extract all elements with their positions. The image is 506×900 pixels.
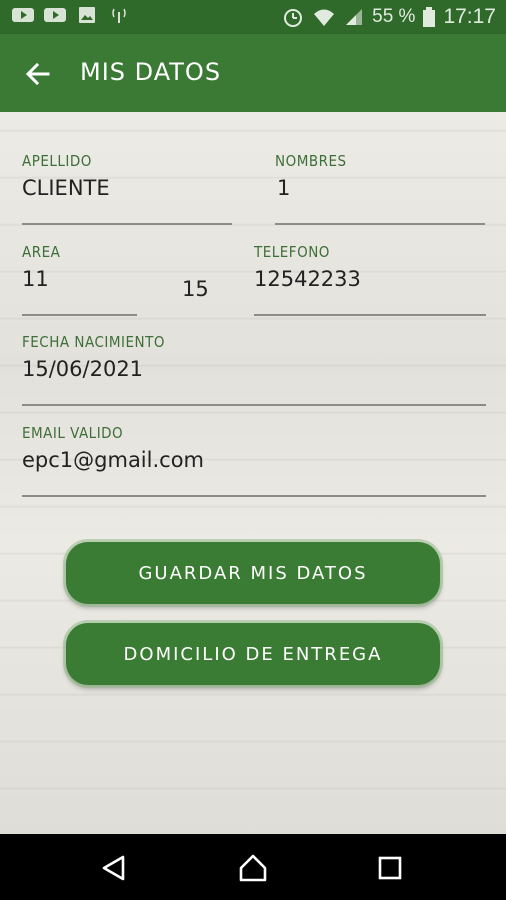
battery-icon: [423, 7, 436, 27]
signal-tower-icon: [112, 8, 126, 23]
image-icon: [79, 7, 95, 23]
apellido-label: APELLIDO: [22, 152, 92, 170]
area-underline: [22, 314, 137, 316]
system-status: 55 % 17:17: [282, 5, 496, 29]
telefono-label: TELEFONO: [254, 243, 330, 261]
telefono-input[interactable]: 12542233: [254, 267, 486, 291]
notification-icons: [12, 7, 130, 23]
fecha-nacimiento-input[interactable]: 15/06/2021: [22, 357, 486, 381]
arrow-left-icon: [25, 62, 50, 86]
telefono-field[interactable]: TELEFONO 12542233: [254, 243, 486, 291]
fecha-nacimiento-field[interactable]: FECHA NACIMIENTO 15/06/2021: [22, 333, 486, 381]
email-field[interactable]: EMAIL VALIDO epc1@gmail.com: [22, 424, 486, 472]
delivery-address-button[interactable]: DOMICILIO DE ENTREGA: [66, 623, 440, 685]
area-label: AREA: [22, 243, 61, 261]
page-title: MIS DATOS: [80, 58, 222, 86]
area-input[interactable]: 11: [22, 267, 137, 291]
save-data-button[interactable]: GUARDAR MIS DATOS: [66, 542, 440, 604]
clock: 17:17: [443, 5, 496, 28]
apellido-field[interactable]: APELLIDO CLIENTE: [22, 152, 232, 200]
recents-square-icon[interactable]: [374, 852, 406, 884]
cell-signal-icon: [346, 9, 363, 25]
email-label: EMAIL VALIDO: [22, 424, 124, 442]
apellido-underline: [22, 223, 232, 225]
navigation-bar: [0, 834, 506, 900]
app-bar: MIS DATOS: [0, 34, 506, 112]
fecha-nacimiento-label: FECHA NACIMIENTO: [22, 333, 165, 351]
form-area: APELLIDO CLIENTE NOMBRES 1 AREA 11 15 TE…: [0, 112, 506, 834]
email-input[interactable]: epc1@gmail.com: [22, 448, 486, 472]
nombres-field[interactable]: NOMBRES 1: [275, 152, 485, 200]
nombres-input[interactable]: 1: [275, 176, 485, 200]
battery-percent: 55 %: [372, 6, 416, 27]
area-field[interactable]: AREA 11: [22, 243, 137, 291]
email-underline: [22, 495, 486, 497]
apellido-input[interactable]: CLIENTE: [22, 176, 232, 200]
wifi-icon: [314, 9, 335, 26]
home-circle-icon[interactable]: [237, 852, 269, 884]
nombres-label: NOMBRES: [275, 152, 347, 170]
status-bar: 55 % 17:17: [0, 0, 506, 34]
back-triangle-icon[interactable]: [98, 852, 130, 884]
telefono-underline: [254, 314, 486, 316]
alarm-icon: [284, 9, 303, 27]
area-prefix: 15: [182, 277, 209, 301]
youtube-icon: [12, 8, 34, 22]
nombres-underline: [275, 223, 485, 225]
fecha-nacimiento-underline: [22, 404, 486, 406]
back-button[interactable]: [20, 56, 56, 92]
youtube-icon: [44, 8, 66, 22]
